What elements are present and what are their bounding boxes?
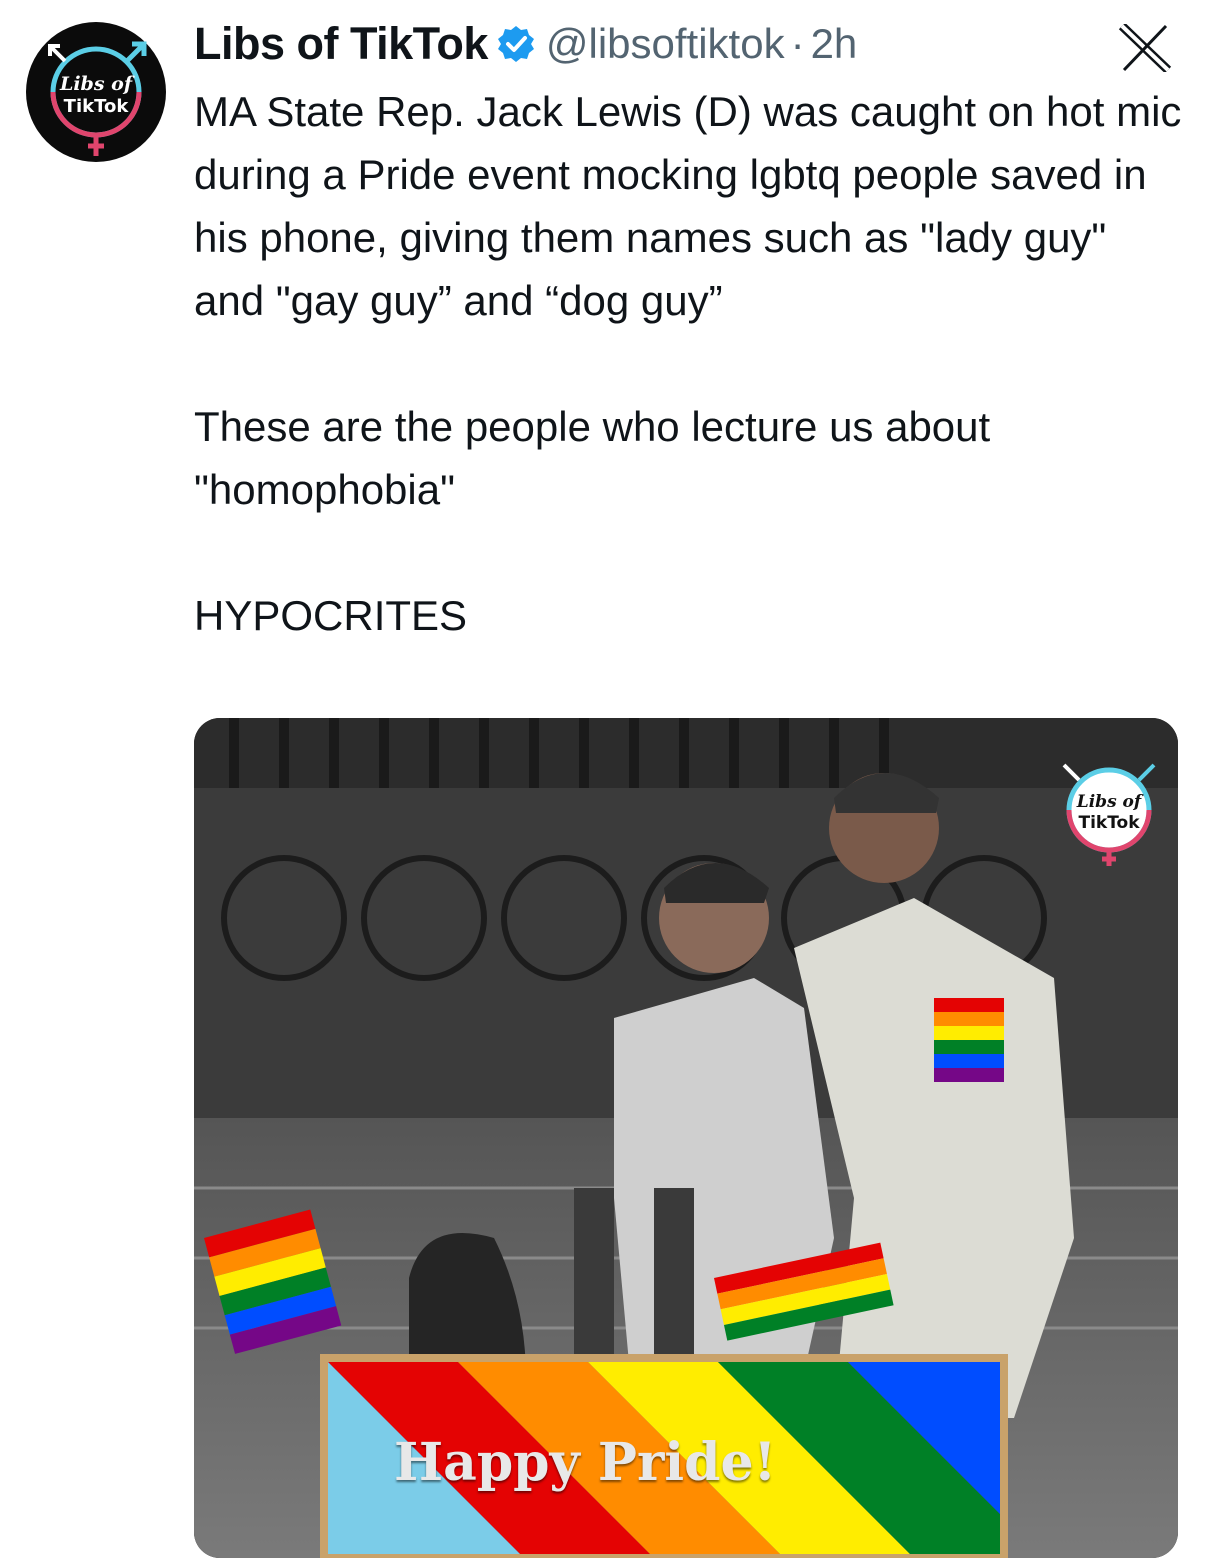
watermark-text-line2: TikTok xyxy=(1078,813,1140,833)
x-logo-icon[interactable] xyxy=(1116,24,1174,72)
avatar[interactable]: Libs of TikTok xyxy=(26,22,166,162)
tweet-video[interactable]: Libs of TikTok Happy Pride! xyxy=(194,718,1178,1558)
avatar-text-line2: TikTok xyxy=(63,96,129,117)
tweet-header: Libs of TikTok @libsoftiktok · 2h xyxy=(194,14,857,74)
author-name[interactable]: Libs of TikTok xyxy=(194,18,488,70)
tweet-paragraph-3: HYPOCRITES xyxy=(194,592,468,639)
author-handle[interactable]: @libsoftiktok xyxy=(546,20,785,68)
tweet-paragraph-1: MA State Rep. Jack Lewis (D) was caught … xyxy=(194,88,1182,324)
video-watermark: Libs of TikTok xyxy=(1054,758,1164,868)
tweet-timestamp[interactable]: 2h xyxy=(811,20,858,68)
podium-banner-text: Happy Pride! xyxy=(394,1432,777,1493)
tweet-paragraph-2: These are the people who lecture us abou… xyxy=(194,403,991,513)
watermark-text-line1: Libs of xyxy=(1076,792,1142,812)
tweet-text: MA State Rep. Jack Lewis (D) was caught … xyxy=(194,80,1184,647)
separator-dot: · xyxy=(790,20,805,67)
verified-badge-icon xyxy=(497,26,534,62)
avatar-text-line1: Libs of xyxy=(59,73,133,95)
